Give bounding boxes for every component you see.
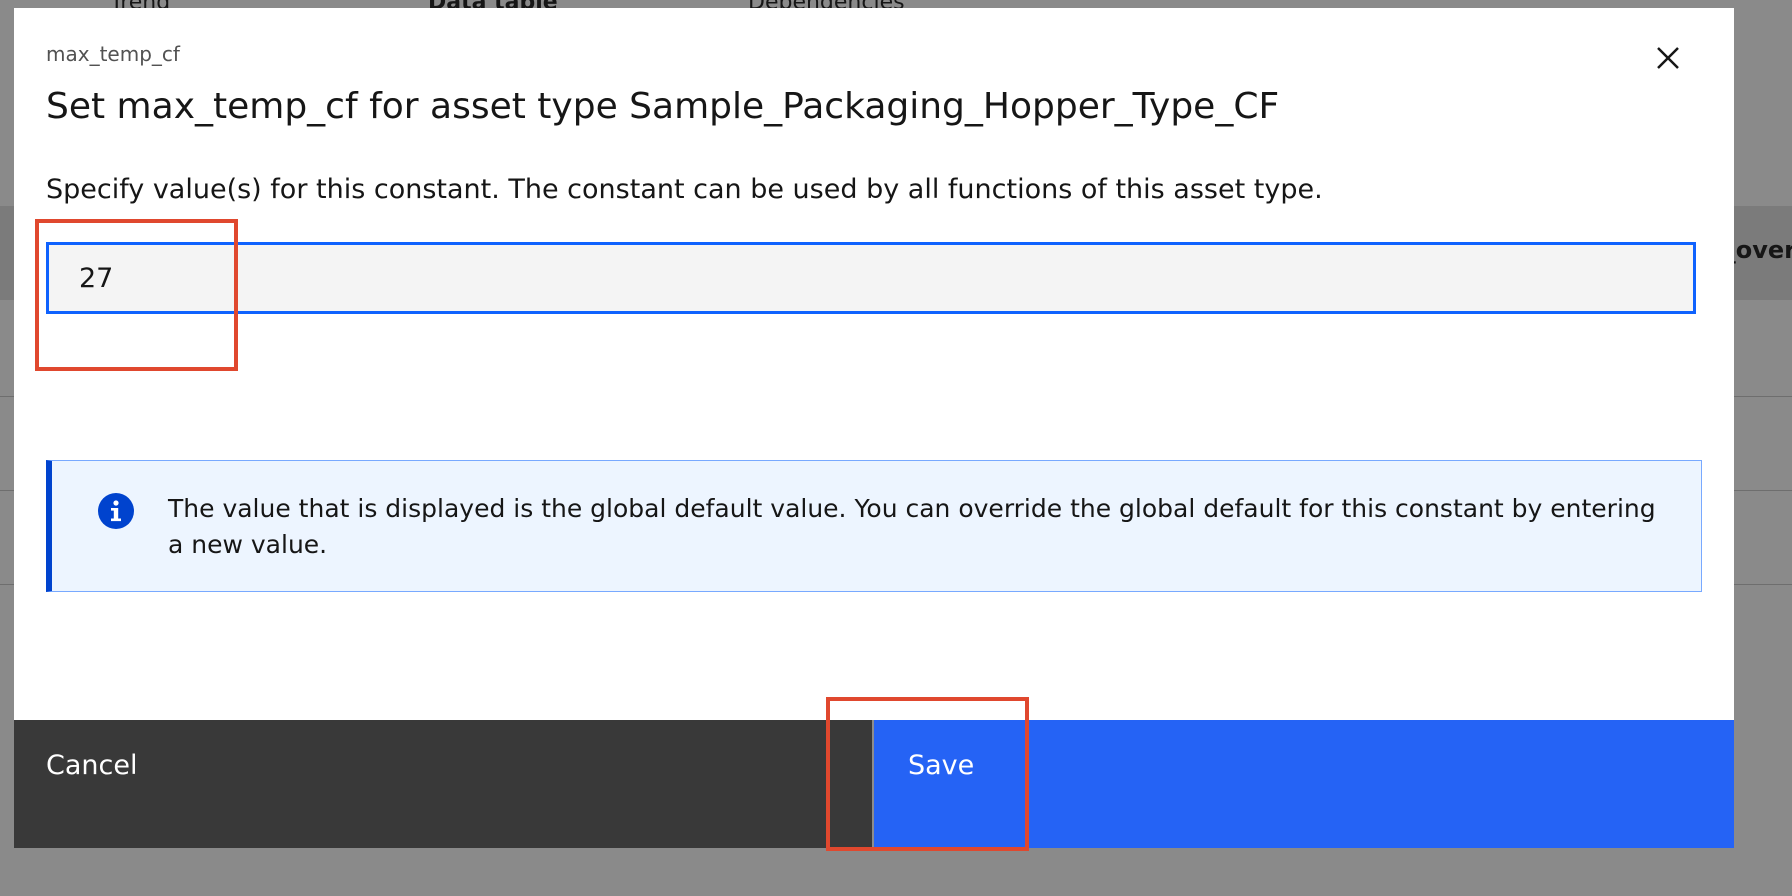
close-icon: [1657, 47, 1679, 69]
close-button[interactable]: [1648, 38, 1688, 78]
modal-footer: Cancel Save: [14, 720, 1734, 848]
modal-description: Specify value(s) for this constant. The …: [46, 174, 1323, 205]
notification-text: The value that is displayed is the globa…: [168, 494, 1656, 559]
cancel-button[interactable]: Cancel: [14, 720, 872, 848]
constant-value-input[interactable]: [46, 242, 1696, 314]
modal-dialog: max_temp_cf Set max_temp_cf for asset ty…: [14, 8, 1734, 848]
info-notification: The value that is displayed is the globa…: [46, 460, 1702, 592]
modal-title: Set max_temp_cf for asset type Sample_Pa…: [46, 86, 1280, 127]
modal-label: max_temp_cf: [46, 42, 180, 66]
info-icon: [98, 493, 134, 529]
save-button[interactable]: Save: [874, 720, 1734, 848]
